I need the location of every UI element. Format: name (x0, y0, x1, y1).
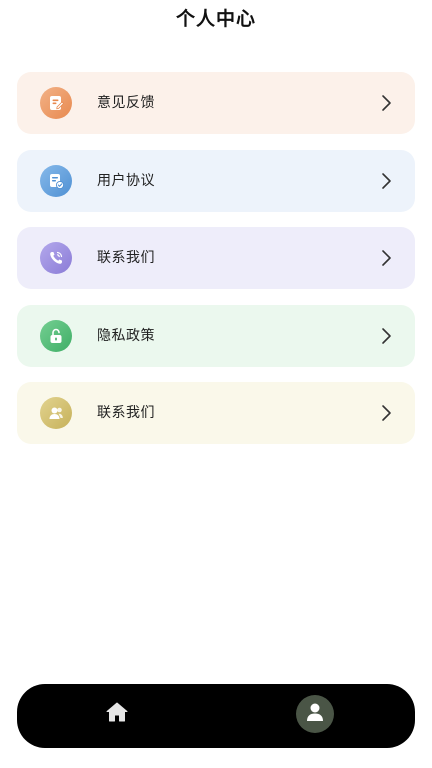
chevron-right-icon (379, 94, 393, 112)
page-title: 个人中心 (175, 8, 256, 30)
menu-item-contact-us-2[interactable]: 联系我们 (17, 382, 415, 444)
tab-home[interactable] (103, 700, 131, 728)
menu-item-label: 联系我们 (97, 250, 155, 266)
chevron-right-icon (379, 327, 393, 345)
chevron-right-icon (379, 404, 393, 422)
menu-item-user-agreement[interactable]: 用户协议 (17, 149, 415, 212)
menu-item-label: 隐私政策 (97, 327, 155, 344)
menu-item-feedback[interactable]: 意见反馈 (17, 72, 415, 134)
profile-page: 个人中心 意见反馈 用户协议 联系我们 隐私政策 联系我们 (0, 0, 432, 768)
contacts-icon (40, 397, 72, 429)
menu-item-contact-us[interactable]: 联系我们 (17, 227, 415, 289)
chevron-right-icon (379, 172, 393, 190)
phone-icon (40, 242, 72, 274)
home-icon (105, 701, 129, 727)
chevron-right-icon (379, 249, 393, 267)
bottom-tab-bar (17, 684, 415, 748)
feedback-icon (40, 87, 72, 119)
menu-item-label: 用户协议 (97, 172, 155, 189)
agreement-icon (40, 164, 72, 197)
tab-profile[interactable] (296, 695, 334, 733)
menu-item-label: 联系我们 (97, 405, 155, 421)
menu-list: 意见反馈 用户协议 联系我们 隐私政策 联系我们 (17, 72, 415, 460)
menu-item-label: 意见反馈 (97, 95, 155, 111)
lock-icon (40, 319, 72, 352)
menu-item-privacy-policy[interactable]: 隐私政策 (17, 304, 415, 367)
profile-icon (305, 701, 325, 727)
